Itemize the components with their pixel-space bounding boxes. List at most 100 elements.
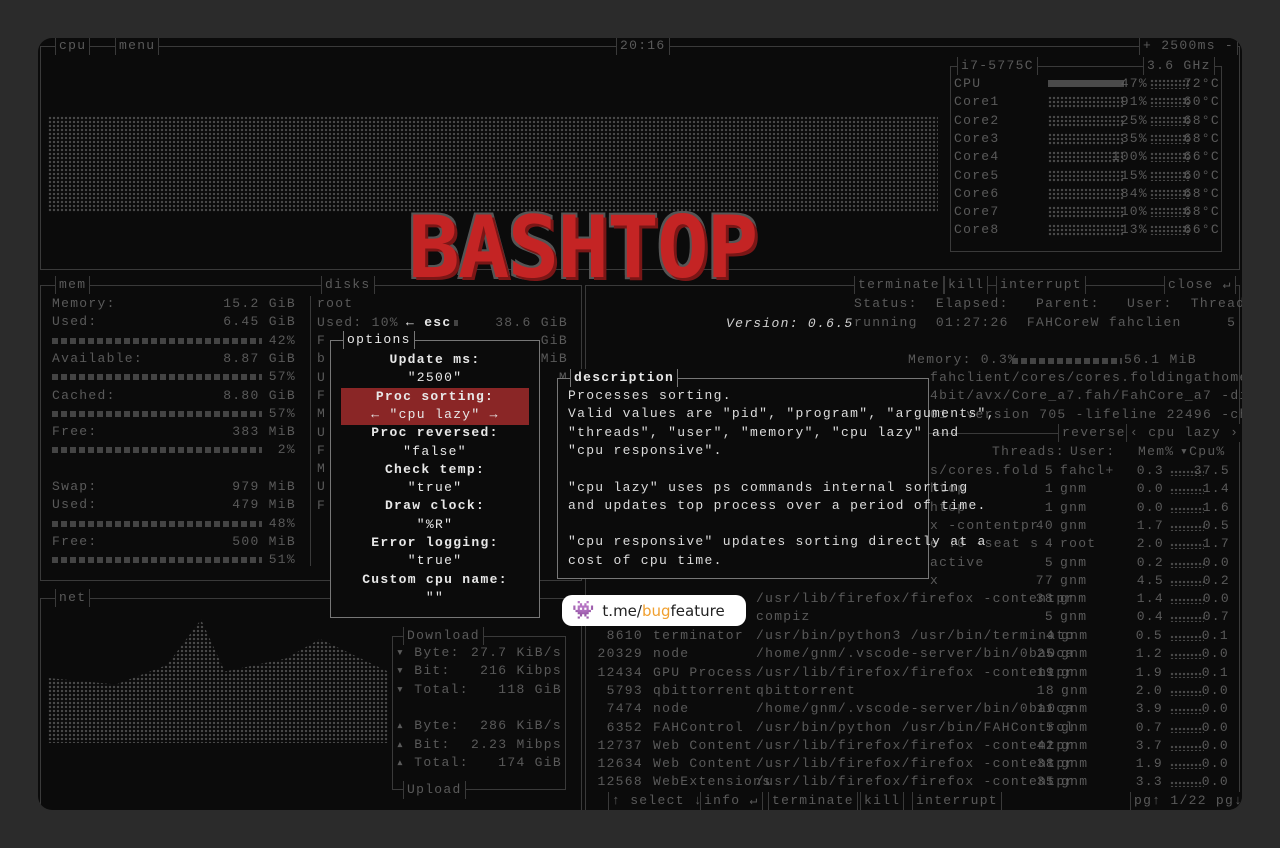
proc-threads: 18 <box>1036 682 1055 698</box>
mem-meter <box>52 447 262 454</box>
proc-row[interactable]: 12634 Web Content/usr/lib/firefox/firefox… <box>587 755 1237 773</box>
proc-user: gnm <box>1061 756 1089 772</box>
col-cpu[interactable]: ▾Cpu% <box>1180 443 1226 461</box>
mem-label: Used: <box>52 497 98 513</box>
interrupt-button[interactable]: interrupt <box>996 276 1086 294</box>
mem-label: Free: <box>52 533 98 549</box>
proc-cpu: 1.7 <box>1202 536 1230 552</box>
description-line: and updates top process over a period of… <box>568 497 987 513</box>
proc-cmd: active <box>930 554 985 570</box>
option-label[interactable]: Custom cpu name: <box>331 571 539 589</box>
option-value[interactable]: "true" <box>331 552 539 570</box>
net-label: ▾ Byte: <box>396 645 460 660</box>
proc-threads: 5 <box>1044 463 1054 478</box>
option-value[interactable]: "%R" <box>331 516 539 534</box>
space-invader-icon: 👾 <box>572 600 595 621</box>
proc-detail-header: Status: Elapsed: Parent: User: Threads: <box>854 296 1242 311</box>
proc-row[interactable]: 8610 terminator/usr/bin/python3 /usr/bin/… <box>587 627 1237 645</box>
net-value: 2.23 Mibps <box>470 736 562 752</box>
option-label[interactable]: Error logging: <box>331 534 539 552</box>
proc-mem: 1.4 <box>1136 591 1164 607</box>
net-label: ▴ Byte: <box>396 718 460 734</box>
esc-button[interactable]: ← esc <box>406 314 452 332</box>
proc-program: GPU Process <box>653 664 754 680</box>
proc-cmd: x -contentpr <box>930 517 1040 533</box>
disk-name: root <box>317 296 354 311</box>
mem-percent: 57% <box>268 405 296 421</box>
description-line: Processes sorting. <box>568 388 732 403</box>
proc-mem: 2.0 <box>1135 682 1163 698</box>
mem-meter <box>52 374 262 381</box>
description-line: Valid values are "pid", "program", "argu… <box>568 406 996 422</box>
kill-button[interactable]: kill <box>860 792 905 810</box>
net-label: ▾ Bit: <box>396 663 451 679</box>
option-value[interactable]: "false" <box>331 443 539 461</box>
proc-row[interactable]: 12737 Web Content/usr/lib/firefox/firefox… <box>587 737 1237 755</box>
core-name: Core4 <box>954 149 1000 165</box>
mem-label: Available: <box>52 350 144 366</box>
proc-program: node <box>653 701 690 717</box>
mem-value: 15.2 GiB <box>223 296 296 311</box>
proc-threads: 42 <box>1036 737 1055 753</box>
kill-button[interactable]: kill <box>944 276 989 294</box>
mem-label: Memory: <box>52 296 116 311</box>
select-control[interactable]: ↑ select ↓ <box>608 792 708 810</box>
option-label[interactable]: Proc reversed: <box>331 424 539 442</box>
col-user[interactable]: User: <box>1070 443 1116 461</box>
proc-program: node <box>653 646 690 662</box>
disks-title: disks <box>321 276 375 294</box>
bashtop-logo: BASHTOP <box>408 198 758 298</box>
core-name: Core6 <box>954 185 1000 201</box>
option-label[interactable]: Check temp: <box>331 461 539 479</box>
proc-row[interactable]: 12568 WebExtensions/usr/lib/firefox/firef… <box>587 773 1237 791</box>
proc-row[interactable]: 6352 FAHControl/usr/bin/python /usr/bin/F… <box>587 719 1237 737</box>
menu-button[interactable]: menu <box>115 38 160 55</box>
upload-title: Upload <box>403 781 466 799</box>
proc-cpu: 0.2 <box>1202 572 1230 588</box>
page-control[interactable]: pg↑ 1/22 pg↓ <box>1130 792 1242 810</box>
option-value[interactable]: "2500" <box>331 369 539 387</box>
mem-value: 979 MiB <box>232 479 296 494</box>
bugfeature-badge[interactable]: 👾 t.me/bug feature <box>562 595 746 626</box>
interrupt-button[interactable]: interrupt <box>912 792 1002 810</box>
reverse-toggle[interactable]: reverse <box>1058 424 1130 442</box>
proc-cmd-line: 4bit/avx/Core_a7.fah/FahCore_a7 -dir 00 <box>930 388 1242 403</box>
terminate-button[interactable]: terminate <box>768 792 858 810</box>
close-button[interactable]: close ↵ <box>1164 276 1236 294</box>
option-value[interactable]: ← "cpu lazy" → <box>331 406 539 424</box>
terminate-button[interactable]: terminate <box>854 276 944 294</box>
info-button[interactable]: info ↵ <box>700 792 763 810</box>
proc-row[interactable]: 20329 node/home/gnm/.vscode-server/bin/0b… <box>587 645 1237 663</box>
option-value[interactable]: "true" <box>331 479 539 497</box>
option-value[interactable]: "" <box>331 589 539 607</box>
proc-user: gnm <box>1061 701 1089 717</box>
proc-row[interactable]: 7474 node/home/gnm/.vscode-server/bin/0ba… <box>587 700 1237 718</box>
proc-mem: 3.9 <box>1135 701 1163 717</box>
disk-fragment: U <box>317 424 327 440</box>
mem-value: 8.80 GiB <box>223 387 296 403</box>
core-percent: 13% <box>1120 222 1148 238</box>
option-label[interactable]: Update ms: <box>331 351 539 369</box>
proc-memory-label: Memory: 0.3% <box>908 352 1018 367</box>
proc-mem: 0.5 <box>1135 628 1163 643</box>
proc-cpu: 0.0 <box>1202 554 1230 570</box>
proc-row[interactable]: 5793 qbittorrent qbittorrent 18 gnm 2.0 0.0 <box>587 682 1237 700</box>
disk-used-size: 38.6 GiB <box>495 315 568 330</box>
description-title: description <box>570 369 679 387</box>
proc-cmd: /usr/lib/firefox/firefox -contentpr <box>756 591 1075 607</box>
mem-meter <box>52 520 262 527</box>
proc-row[interactable]: 12434 GPU Process/usr/lib/firefox/firefox… <box>587 664 1237 682</box>
update-interval-control[interactable]: + 2500ms - <box>1139 38 1239 55</box>
proc-pid: 12737 <box>597 737 643 753</box>
col-threads[interactable]: Threads: <box>992 443 1065 461</box>
sorting-selector[interactable]: ‹ cpu lazy › <box>1126 424 1242 442</box>
option-label[interactable]: Draw clock: <box>331 497 539 515</box>
proc-user: gnm <box>1060 499 1088 515</box>
core-percent: 25% <box>1120 112 1148 128</box>
proc-user: gnm <box>1061 774 1089 790</box>
col-mem[interactable]: Mem% <box>1138 443 1174 461</box>
proc-threads: 11 <box>1036 701 1055 717</box>
proc-pid: 12434 <box>597 664 643 680</box>
core-temp: 68°C <box>1183 185 1220 201</box>
option-label[interactable]: Proc sorting: <box>331 388 539 406</box>
